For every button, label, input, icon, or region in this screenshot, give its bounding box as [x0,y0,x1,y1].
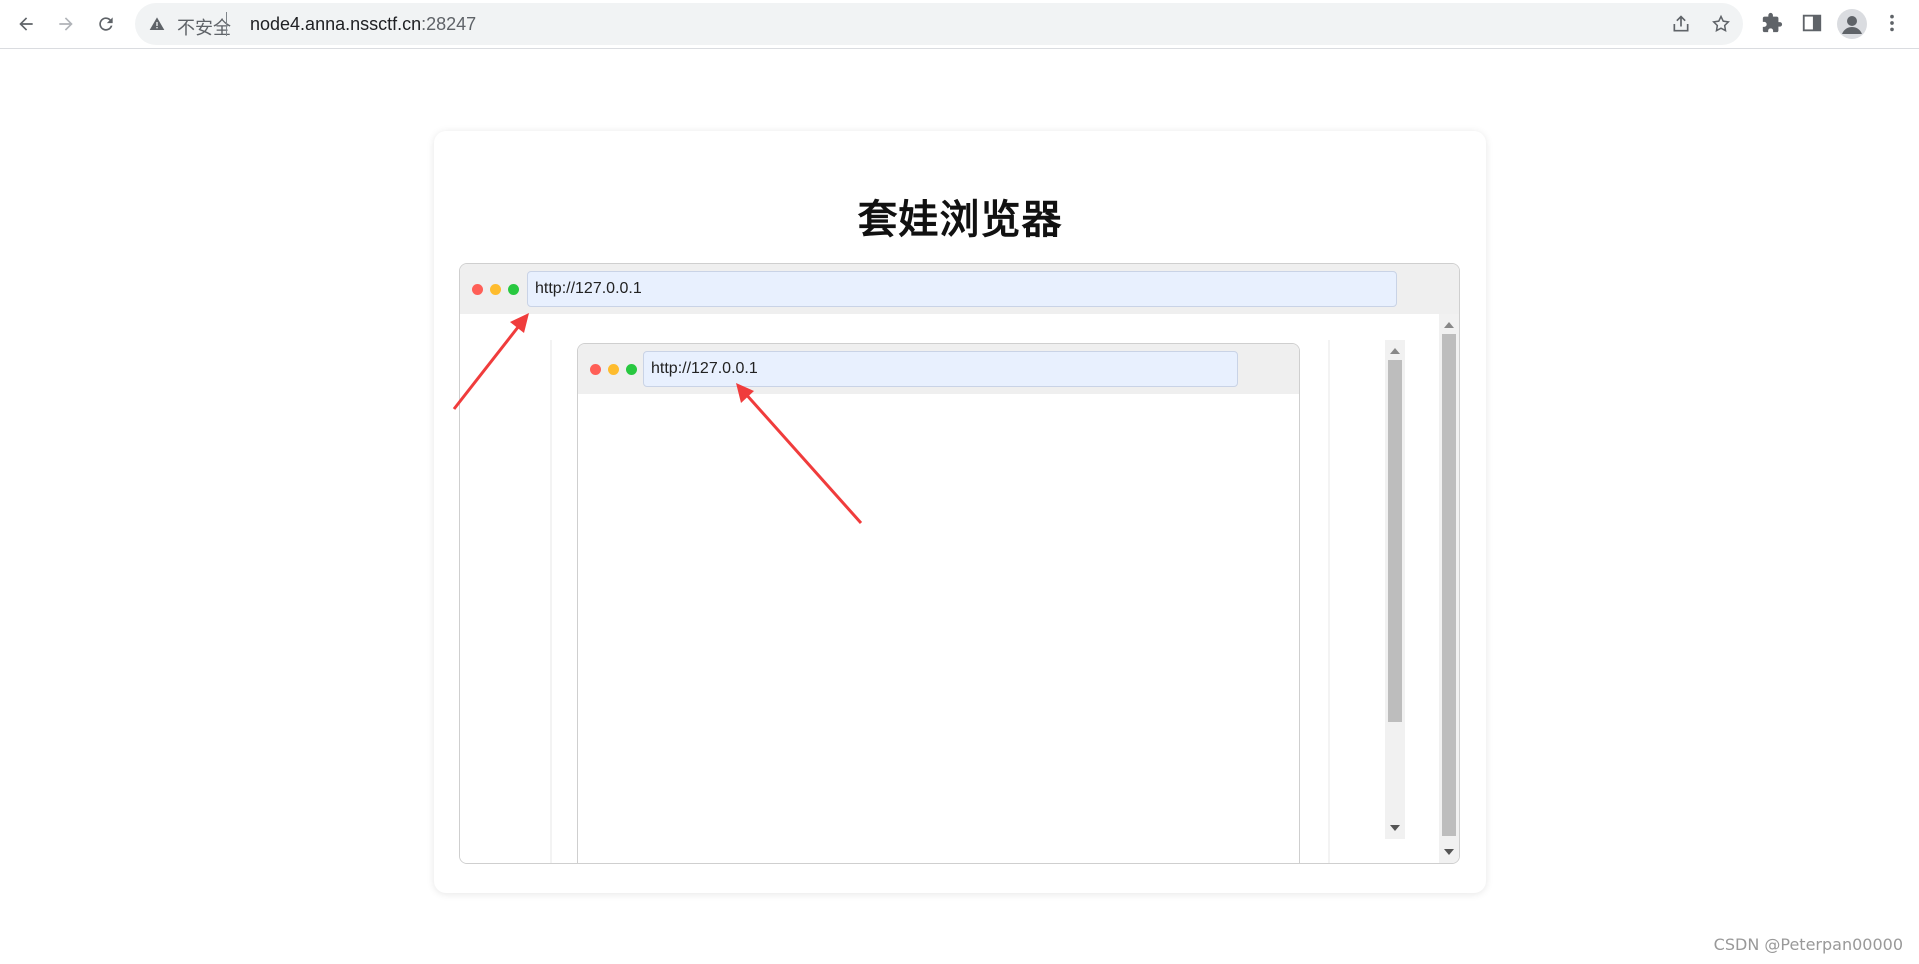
back-arrow-icon [19,17,33,31]
watermark: CSDN @Peterpan00000 [1713,935,1903,954]
minimize-dot-icon [608,364,619,375]
reload-button[interactable] [92,10,120,38]
share-icon[interactable] [1671,14,1691,34]
scroll-down-icon[interactable] [1390,825,1400,831]
maximize-dot-icon [508,284,519,295]
scroll-up-icon[interactable] [1444,322,1454,328]
close-dot-icon [472,284,483,295]
extensions-button[interactable] [1761,12,1783,34]
menu-button[interactable] [1881,12,1903,34]
warning-icon[interactable] [149,16,165,32]
inner-scrollbar[interactable] [1385,340,1405,839]
url-host: node4.anna.nssctf.cn [250,14,422,34]
inner-url-input[interactable]: http://127.0.0.1 [643,351,1238,387]
scroll-up-icon[interactable] [1390,348,1400,354]
outer-url-input[interactable]: http://127.0.0.1 [527,271,1397,307]
inner-browser-bar: http://127.0.0.1 [578,344,1299,394]
profile-avatar[interactable] [1837,9,1867,39]
maximize-dot-icon [626,364,637,375]
browser-toolbar: 不安全 node4.anna.nssctf.cn:28247 [0,0,1919,49]
user-icon [1842,16,1862,34]
outer-browser-bar: http://127.0.0.1 [460,264,1459,314]
back-button[interactable] [12,10,40,38]
inner-scroll-thumb[interactable] [1388,360,1402,722]
side-panel-button[interactable] [1801,12,1823,34]
outer-scroll-thumb[interactable] [1442,334,1456,836]
kebab-menu-icon [1890,14,1894,32]
inner-emulated-browser: http://127.0.0.1 [577,343,1300,863]
forward-button[interactable] [52,10,80,38]
url-port: :28247 [421,14,477,34]
page-title: 套娃浏览器 [857,197,1063,243]
bookmark-star-icon[interactable] [1711,14,1731,34]
page-card: 套娃浏览器 http://127.0.0.1 http://127.0.0.1 [434,131,1486,893]
puzzle-icon [1762,12,1783,33]
address-url[interactable]: node4.anna.nssctf.cn:28247 [250,14,476,35]
reload-icon [99,17,113,31]
security-label[interactable]: 不安全 [177,14,231,40]
minimize-dot-icon [490,284,501,295]
forward-arrow-icon [59,17,73,31]
side-panel-icon [1802,14,1822,32]
scroll-down-icon[interactable] [1444,849,1454,855]
close-dot-icon [590,364,601,375]
outer-scrollbar[interactable] [1439,314,1459,863]
address-bar[interactable]: 不安全 node4.anna.nssctf.cn:28247 [135,3,1743,45]
outer-emulated-browser: http://127.0.0.1 http://127.0.0.1 [459,263,1460,864]
omnibox-divider [226,12,227,36]
